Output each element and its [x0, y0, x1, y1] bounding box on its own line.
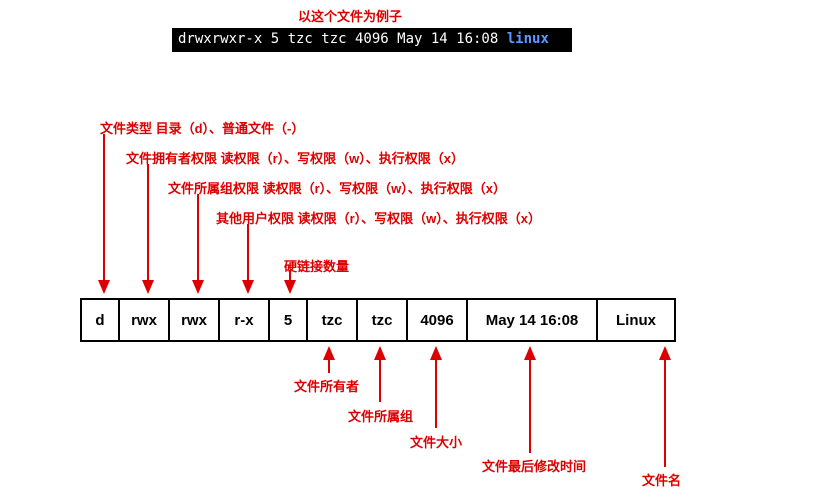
- label-owner: 文件所有者: [294, 376, 359, 395]
- cell-5: tzc: [306, 298, 356, 342]
- terminal-filename: linux: [507, 31, 549, 47]
- cell-0: d: [80, 298, 118, 342]
- label-group: 文件所属组: [348, 406, 413, 425]
- label-filename: 文件名: [642, 470, 681, 489]
- cell-7: 4096: [406, 298, 466, 342]
- cell-6: tzc: [356, 298, 406, 342]
- label-mtime: 文件最后修改时间: [482, 456, 586, 475]
- label-file-type: 文件类型 目录（d）、普通文件（-）: [100, 118, 304, 137]
- cell-4: 5: [268, 298, 306, 342]
- terminal-text: drwxrwxr-x 5 tzc tzc 4096 May 14 16:08: [178, 31, 498, 47]
- label-hardlink: 硬链接数量: [284, 256, 349, 275]
- permission-breakdown-table: drwxrwxr-x5tzctzc4096May 14 16:08Linux: [80, 298, 676, 342]
- label-size: 文件大小: [410, 432, 462, 451]
- cell-9: Linux: [596, 298, 676, 342]
- cell-8: May 14 16:08: [466, 298, 596, 342]
- label-group-perm: 文件所属组权限 读权限（r）、写权限（w）、执行权限（x）: [168, 178, 506, 197]
- annotation-arrows: [0, 0, 834, 500]
- cell-2: rwx: [168, 298, 218, 342]
- label-owner-perm: 文件拥有者权限 读权限（r）、写权限（w）、执行权限（x）: [126, 148, 464, 167]
- caption-top: 以这个文件为例子: [298, 6, 402, 25]
- cell-3: r-x: [218, 298, 268, 342]
- terminal-example: drwxrwxr-x 5 tzc tzc 4096 May 14 16:08 l…: [172, 28, 572, 52]
- label-other-perm: 其他用户权限 读权限（r）、写权限（w）、执行权限（x）: [216, 208, 541, 227]
- cell-1: rwx: [118, 298, 168, 342]
